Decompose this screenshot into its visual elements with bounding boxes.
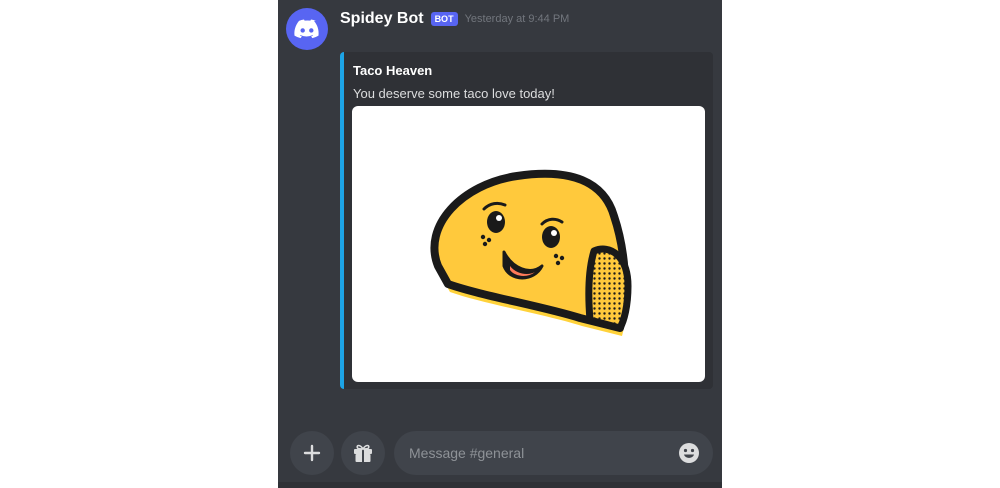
gift-icon xyxy=(354,444,372,462)
bot-avatar[interactable] xyxy=(286,8,328,50)
message-header: Spidey Bot BOT Yesterday at 9:44 PM xyxy=(340,10,569,28)
emoji-button[interactable] xyxy=(677,441,701,465)
gift-button[interactable] xyxy=(341,431,385,475)
discord-logo-icon xyxy=(294,19,319,39)
chat-panel: Spidey Bot BOT Yesterday at 9:44 PM Taco… xyxy=(278,0,722,488)
embed-image[interactable] xyxy=(352,106,705,382)
message-input[interactable] xyxy=(407,444,677,462)
message-embed: Taco Heaven You deserve some taco love t… xyxy=(340,52,713,389)
embed-description: You deserve some taco love today! xyxy=(353,86,555,101)
plus-icon xyxy=(303,444,321,462)
add-attachment-button[interactable] xyxy=(290,431,334,475)
message-timestamp[interactable]: Yesterday at 9:44 PM xyxy=(465,13,570,25)
bot-badge: BOT xyxy=(430,12,458,26)
taco-illustration xyxy=(430,169,632,336)
author-name[interactable]: Spidey Bot xyxy=(340,10,424,28)
embed-accent-bar xyxy=(340,52,344,389)
message-input-container[interactable] xyxy=(394,431,713,475)
embed-title: Taco Heaven xyxy=(353,63,433,78)
emoji-icon xyxy=(679,443,699,463)
message-composer xyxy=(278,430,722,476)
bottom-divider xyxy=(278,482,722,488)
